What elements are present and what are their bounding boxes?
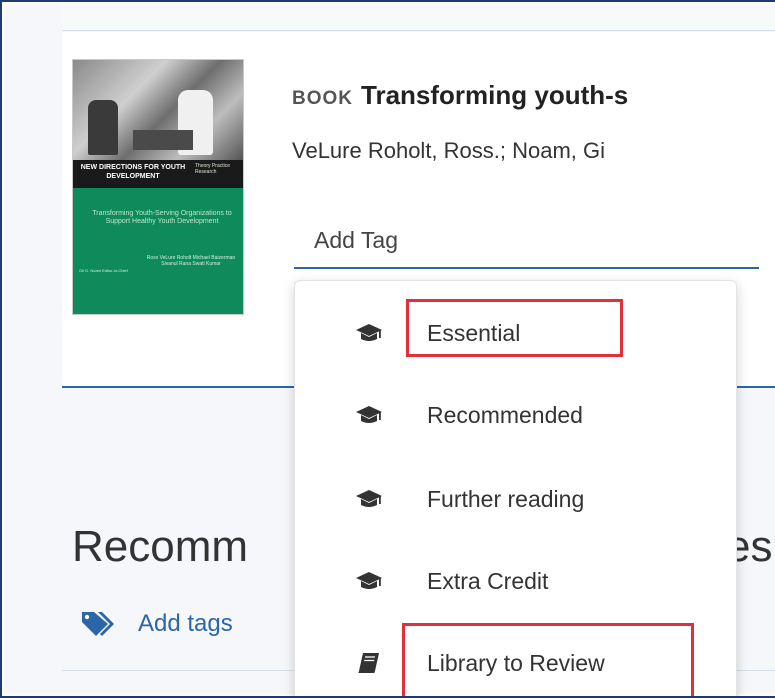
cover-band: NEW DIRECTIONS FOR YOUTH DEVELOPMENT The… [73, 160, 243, 188]
add-tags-row[interactable]: Add tags [80, 610, 233, 638]
graduation-cap-icon [356, 324, 382, 341]
record-title-link[interactable]: Transforming youth-s [361, 80, 628, 110]
graduation-cap-icon [356, 406, 382, 423]
add-tag-input[interactable] [294, 214, 759, 269]
tags-icon [82, 612, 114, 636]
resource-type-label: BOOK [292, 88, 353, 109]
cover-photo [73, 60, 243, 160]
cover-editors: Ross VeLure Roholt Michael Baizerman Siv… [146, 255, 236, 267]
dropdown-item-label: Library to Review [427, 649, 605, 676]
record-authors: VeLure Roholt, Ross.; Noam, Gi [292, 138, 606, 163]
cover-issue-editor: Gil G. Noam Editor-in-Chief [79, 268, 128, 273]
previous-card-edge [62, 4, 775, 31]
cover-series: NEW DIRECTIONS FOR YOUTH DEVELOPMENT [80, 164, 186, 180]
dropdown-item-recommended[interactable]: Recommended [295, 385, 736, 445]
dropdown-item-essential[interactable]: Essential [295, 303, 736, 363]
dropdown-item-label: Extra Credit [427, 567, 549, 594]
screenshot-frame: NEW DIRECTIONS FOR YOUTH DEVELOPMENT The… [0, 0, 775, 698]
dropdown-item-further-reading[interactable]: Further reading [295, 469, 736, 529]
graduation-cap-icon [356, 572, 382, 589]
cover-series-right: Theory Practice Research [195, 163, 231, 175]
section-heading: Recomm [72, 522, 249, 571]
cover-book-title: Transforming Youth-Serving Organizations… [92, 210, 232, 225]
add-tags-link[interactable]: Add tags [138, 610, 233, 638]
record-heading: BOOK Transforming youth-s [292, 80, 628, 111]
dropdown-item-label: Essential [427, 319, 521, 346]
dropdown-item-label: Recommended [427, 401, 583, 428]
book-cover-thumbnail[interactable]: NEW DIRECTIONS FOR YOUTH DEVELOPMENT The… [72, 59, 244, 315]
dropdown-item-library-to-review[interactable]: Library to Review [295, 633, 736, 693]
tag-dropdown-menu: Essential Recommended Further reading Ex… [294, 280, 737, 696]
book-icon [358, 653, 379, 673]
dropdown-item-label: Further reading [427, 485, 585, 512]
dropdown-item-extra-credit[interactable]: Extra Credit [295, 551, 736, 611]
graduation-cap-icon [356, 490, 382, 507]
